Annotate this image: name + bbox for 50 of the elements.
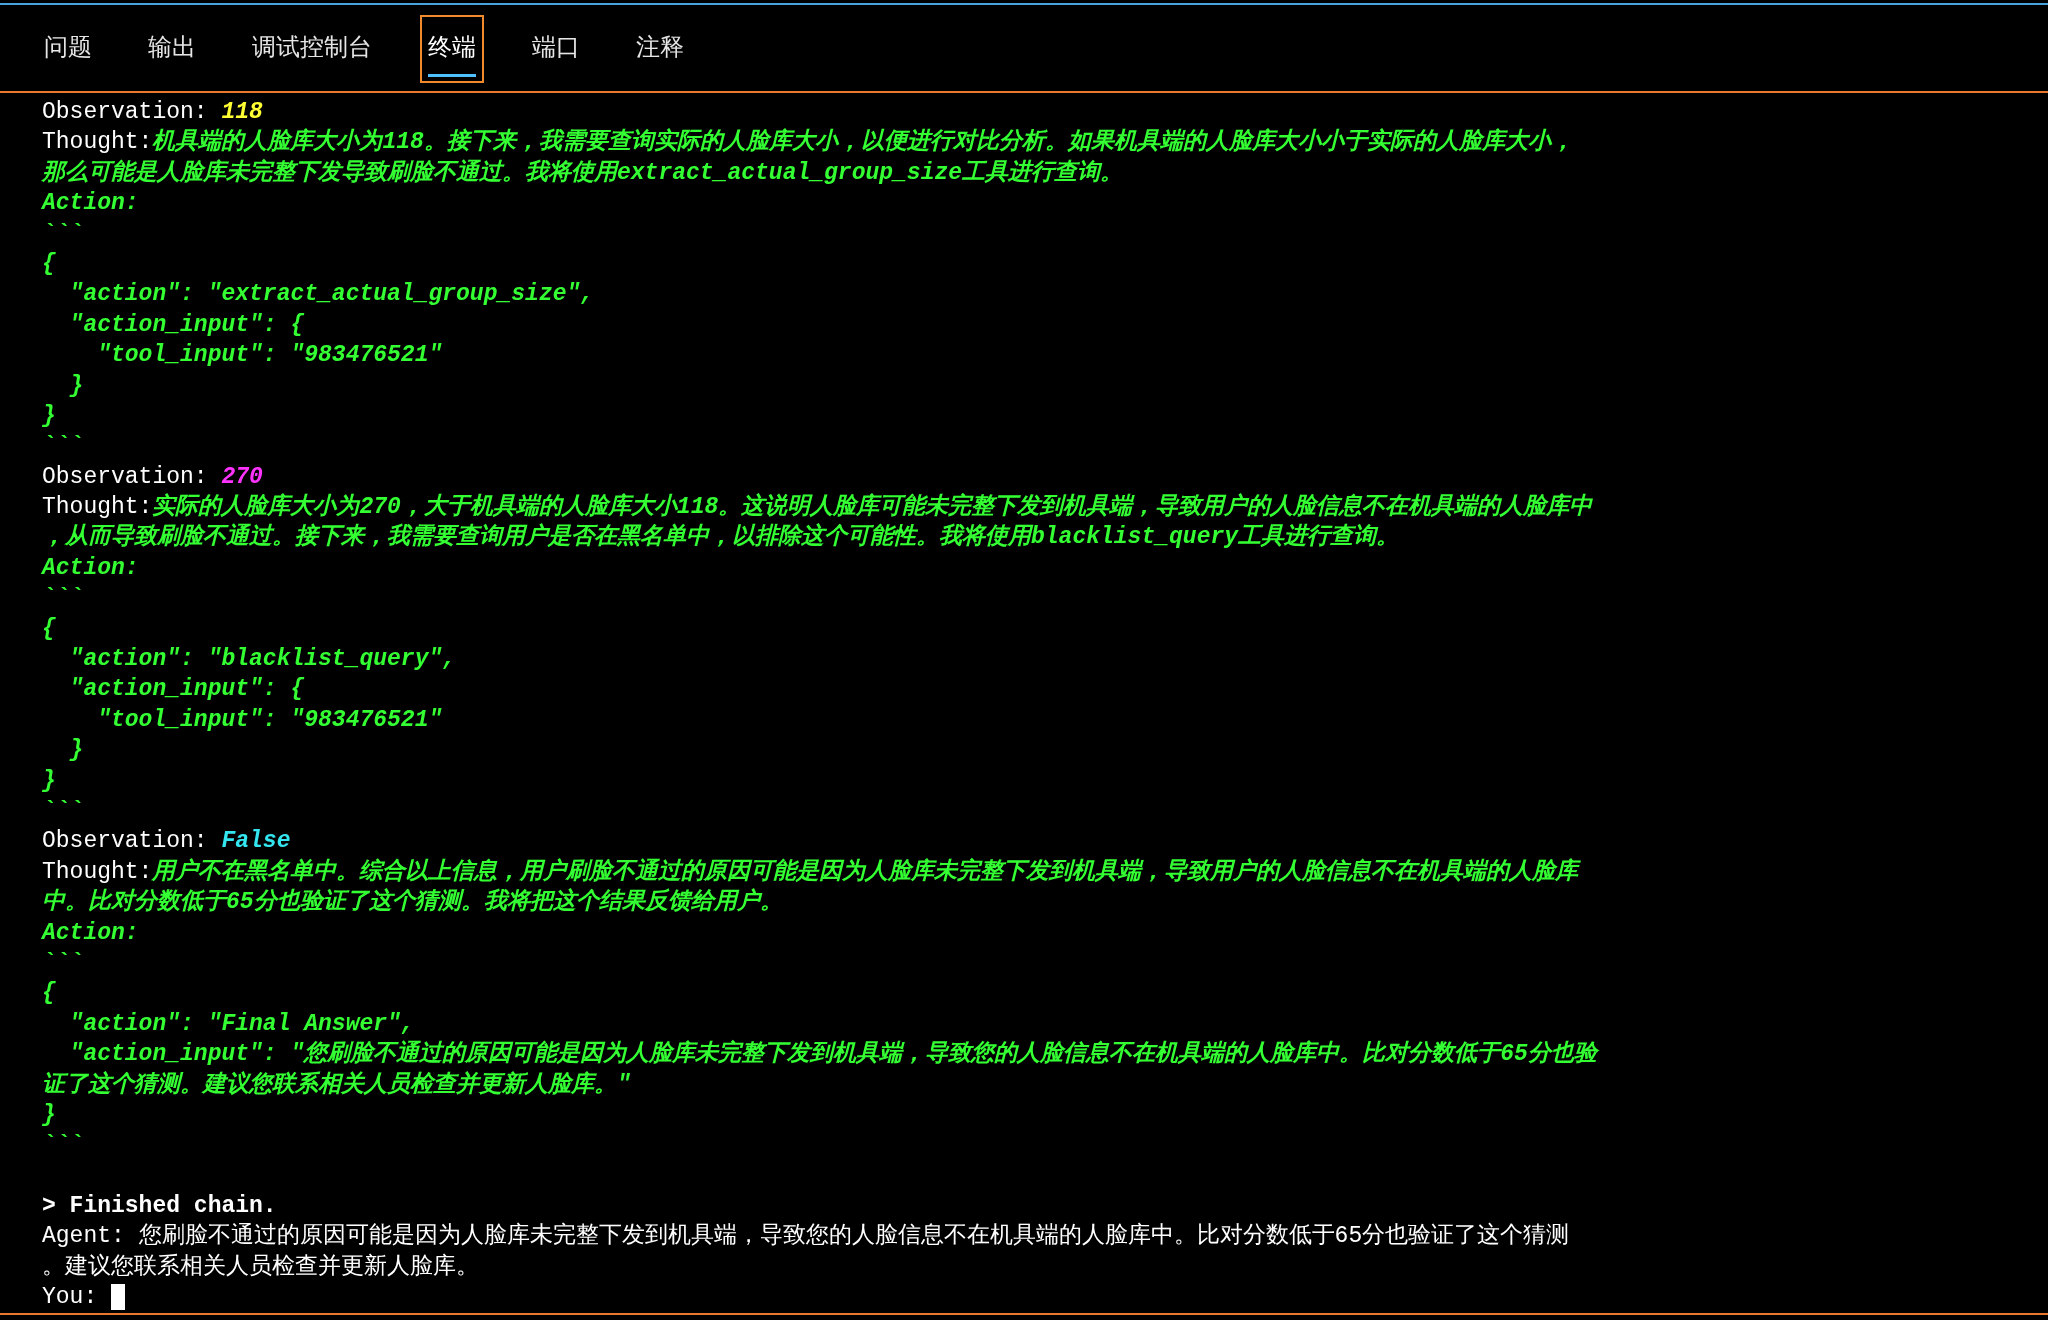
panel-tab[interactable]: 调试控制台 (244, 15, 380, 83)
terminal-text: Thought: (42, 129, 153, 156)
agent-output-text: 机具端的人脸库大小为118。接下来，我需要查询实际的人脸库大小，以便进行对比分析。如果机具端的人脸库大小小于实际的人脸库大小， (152, 129, 1574, 156)
agent-output-text: "tool_input": "983476521" (96, 706, 443, 733)
terminal-text: 。建议您联系相关人员检查并更新人脸库。 (42, 1253, 479, 1280)
agent-output-text: ``` (42, 433, 84, 460)
observation-value: 270 (221, 463, 263, 490)
agent-output-text: ``` (42, 1132, 84, 1159)
agent-output-text: } (42, 1101, 56, 1128)
panel-tab[interactable]: 端口 (524, 15, 588, 83)
terminal-text: Observation: (42, 828, 209, 855)
status-text: > Finished chain. (42, 1193, 277, 1220)
terminal-text: Thought: (42, 494, 153, 521)
agent-output-text: ``` (42, 949, 84, 976)
agent-output-text: ``` (42, 585, 84, 612)
agent-output-text: 证了这个猜测。建议您联系相关人员检查并更新人脸库。" (42, 1071, 631, 1098)
agent-output-text: "action_input": "您刷脸不通过的原因可能是因为人脸库未完整下发到机具端，导致您的人脸信息不在机具端的人脸库中。比对分数低于65分也验 (68, 1041, 1597, 1068)
agent-output-text: } (42, 402, 56, 429)
agent-output-text: ``` (42, 798, 84, 824)
terminal-text: Observation: (42, 99, 209, 125)
agent-output-text: { (42, 250, 56, 277)
agent-output-text: "action": "extract_actual_group_size", (68, 281, 595, 308)
agent-output-text: 那么可能是人脸库未完整下发导致刷脸不通过。我将使用extract_actual_group_size工具进行查询。 (42, 159, 1124, 186)
agent-output-text: 实际的人脸库大小为270，大于机具端的人脸库大小118。这说明人脸库可能未完整下发到机具端，导致用户的人脸信息不在机具端的人脸库中 (152, 494, 1593, 521)
terminal-text: Observation: (42, 463, 209, 490)
agent-output-text: "tool_input": "983476521" (96, 342, 443, 369)
observation-value: False (221, 828, 291, 855)
agent-output-text: } (42, 767, 56, 794)
agent-output-text: Action: (42, 919, 139, 946)
agent-output-text: 用户不在黑名单中。综合以上信息，用户刷脸不通过的原因可能是因为人脸库未完整下发到机具端，导致用户的人脸信息不在机具端的人脸库 (152, 858, 1579, 885)
agent-output-text: Action: (42, 190, 139, 217)
agent-output-text: "action": "Final Answer", (68, 1010, 415, 1037)
agent-output-text: } (68, 372, 84, 399)
agent-output-text: ``` (42, 220, 84, 247)
panel-tab[interactable]: 终端 (420, 15, 484, 83)
agent-output-text: "action_input": { (68, 676, 305, 703)
panel-tab[interactable]: 注释 (628, 15, 692, 83)
terminal-text: Agent: 您刷脸不通过的原因可能是因为人脸库未完整下发到机具端，导致您的人脸信息不在机具端的人脸库中。比对分数低于65分也验证了这个猜测 (42, 1223, 1570, 1250)
panel-tab[interactable]: 输出 (140, 15, 204, 83)
agent-output-text: { (42, 980, 56, 1007)
agent-output-text: { (42, 615, 56, 642)
agent-output-text: "action": "blacklist_query", (68, 646, 457, 673)
panel-tab[interactable]: 问题 (36, 15, 100, 83)
agent-output-text: "action_input": { (68, 311, 305, 338)
agent-output-text: 中。比对分数低于65分也验证了这个猜测。我将把这个结果反馈给用户。 (42, 889, 783, 916)
terminal-text: You: (42, 1284, 99, 1311)
agent-output-text: } (68, 737, 84, 764)
agent-output-text: ，从而导致刷脸不通过。接下来，我需要查询用户是否在黑名单中，以排除这个可能性。我将使用blacklist_query工具进行查询。 (42, 524, 1400, 551)
agent-output-text: Action: (42, 554, 139, 581)
observation-value: 118 (221, 99, 263, 125)
